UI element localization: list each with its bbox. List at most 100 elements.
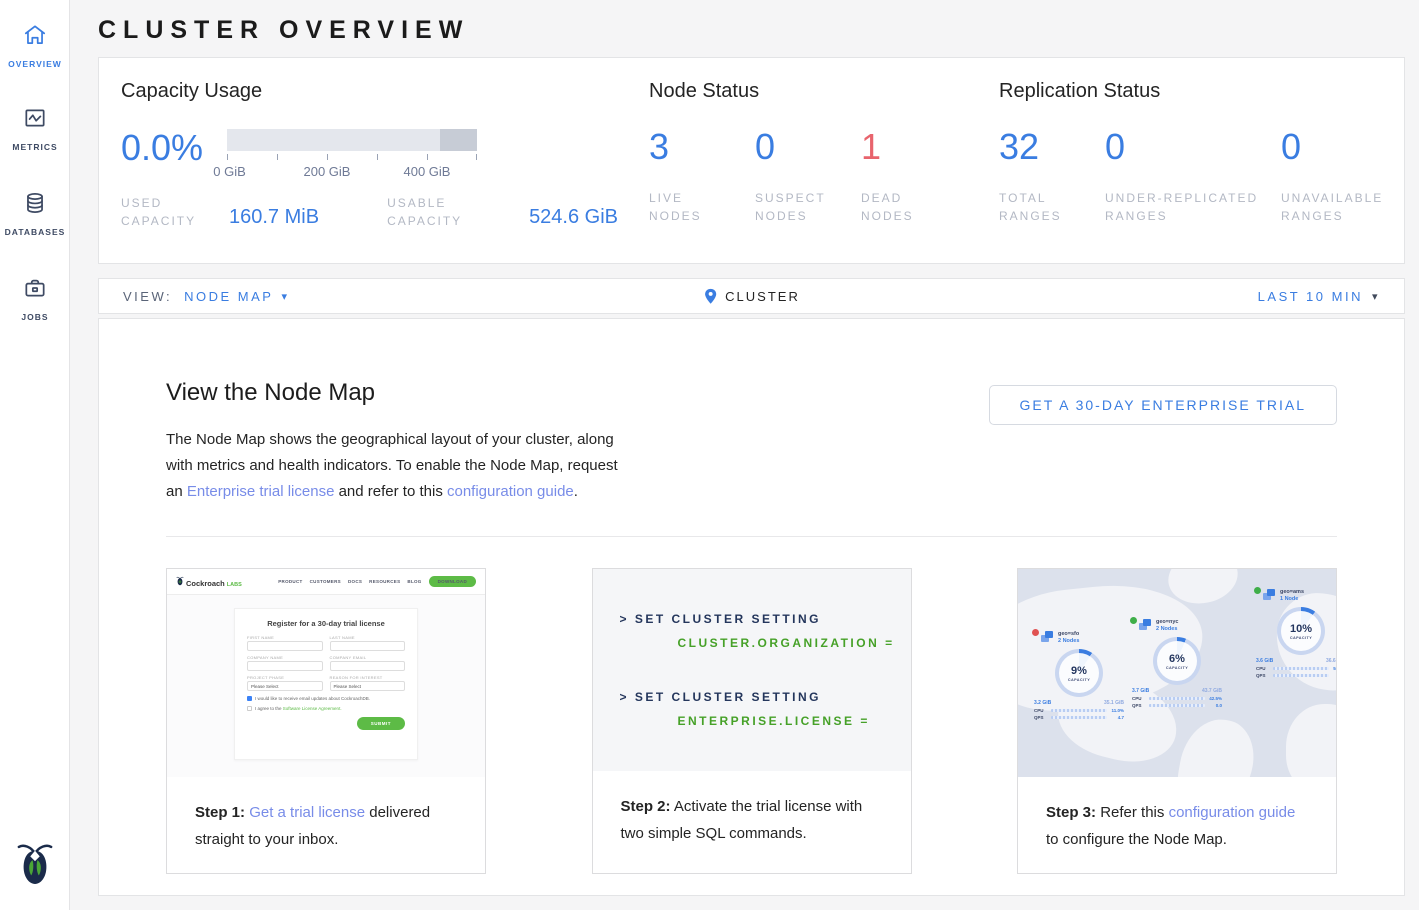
gauge-tick-label: 400 GiB [404, 164, 451, 179]
mini-field-select: Please Select [330, 681, 406, 691]
section-heading: View the Node Map [166, 379, 634, 407]
suspect-nodes-label: SUSPECT NODES [755, 189, 845, 225]
mini-field-input [330, 661, 406, 671]
mini-field-label: PROJECT PHASE [247, 675, 323, 680]
capacity-used: 3.6 GiB [1256, 658, 1273, 664]
qps-value: 4.7 [1110, 715, 1124, 720]
enterprise-trial-license-link[interactable]: Enterprise trial license [187, 483, 335, 500]
capacity-percent: 9% [1071, 665, 1087, 677]
cockroachdb-logo [0, 841, 70, 892]
get-enterprise-trial-button[interactable]: GET A 30-DAY ENTERPRISE TRIAL [989, 385, 1338, 425]
qps-label: QPS [1256, 673, 1270, 678]
capacity-percent: 6% [1169, 653, 1185, 665]
qps-label: QPS [1034, 715, 1048, 720]
capacity-gauge: 0 GiB 200 GiB 400 GiB [227, 129, 477, 180]
mini-checkbox-label: I agree to the Software License Agreemen… [255, 706, 342, 711]
map-land-africa [1286, 704, 1336, 777]
mini-field-label: REASON FOR INTEREST [330, 675, 406, 680]
home-icon [0, 22, 70, 53]
live-nodes-label: LIVE NODES [649, 189, 729, 225]
mini-nav-link: BLOG [407, 579, 421, 584]
qps-value: 0.0 [1208, 703, 1222, 708]
cpu-bar [1149, 697, 1205, 700]
used-capacity-value: 160.7 MiB [229, 206, 319, 230]
cpu-label: CPU [1132, 696, 1146, 701]
mini-registration-form: Register for a 30-day trial license FIRS… [234, 608, 418, 760]
qps-bar [1273, 674, 1329, 677]
mini-download-button: DOWNLOAD [429, 576, 476, 587]
capacity-gauge-ticks [227, 154, 477, 163]
dead-nodes-value: 1 [861, 127, 967, 167]
mini-field-label: FIRST NAME [247, 635, 323, 640]
capacity-ring: 9% CAPACITY [1055, 649, 1103, 697]
healthy-badge-icon [1130, 617, 1137, 624]
mini-nav-link: RESOURCES [369, 579, 400, 584]
time-range-selector[interactable]: LAST 10 MIN ▾ [1258, 289, 1380, 304]
sidebar-item-label: METRICS [0, 142, 70, 152]
dead-nodes-label: DEAD NODES [861, 189, 941, 225]
mini-site-logo: Cockroach LABS [176, 576, 242, 588]
step3-caption: Step 3: Refer this configuration guide t… [1018, 777, 1336, 873]
main-area: CLUSTER OVERVIEW Capacity Usage 0.0% 0 G… [70, 0, 1419, 910]
mini-submit-button: SUBMIT [357, 717, 405, 730]
database-icon [0, 190, 70, 221]
description-text: and refer to this [339, 483, 443, 500]
view-selector[interactable]: NODE MAP [184, 289, 273, 304]
qps-bar [1051, 716, 1107, 719]
locality-name: geo=nyc [1156, 619, 1178, 626]
step3-text: to configure the Node Map. [1046, 831, 1227, 848]
capacity-total: 43.7 GiB [1202, 688, 1222, 694]
capacity-label: CAPACITY [1068, 678, 1090, 682]
mini-brand-name: Cockroach [186, 579, 225, 588]
locality-name: geo=sfo [1058, 631, 1079, 638]
cluster-summary-panel: Capacity Usage 0.0% 0 GiB 200 GiB 400 Gi… [98, 57, 1405, 264]
mini-field-input [247, 641, 323, 651]
configuration-guide-link[interactable]: configuration guide [447, 483, 574, 500]
step3-card: geo=sfo 2 Nodes 9% CAPACITY 3.2 GiB [1017, 568, 1337, 874]
chevron-down-icon[interactable]: ▾ [281, 290, 289, 303]
time-range-value[interactable]: LAST 10 MIN [1258, 289, 1363, 304]
view-bar: VIEW: NODE MAP ▾ CLUSTER LAST 10 MIN ▾ [98, 278, 1405, 314]
mini-nav-link: CUSTOMERS [310, 579, 341, 584]
capacity-label: CAPACITY [1166, 666, 1188, 670]
sql-argument: CLUSTER.ORGANIZATION = [678, 635, 911, 651]
map-cluster-ams: geo=ams 1 Node 10% CAPACITY 3.6 GiB [1254, 589, 1336, 678]
unavailable-ranges-label: UNAVAILABLE RANGES [1281, 189, 1401, 225]
node-status-title: Node Status [649, 80, 989, 103]
sidebar-item-overview[interactable]: OVERVIEW [0, 22, 70, 69]
sidebar-item-databases[interactable]: DATABASES [0, 190, 70, 237]
capacity-used: 3.2 GiB [1034, 700, 1051, 706]
sidebar-item-jobs[interactable]: JOBS [0, 275, 70, 322]
under-replicated-ranges-stat: 0 UNDER-REPLICATED RANGES [1105, 127, 1281, 225]
sidebar-item-label: OVERVIEW [0, 59, 70, 69]
node-map-preview: geo=sfo 2 Nodes 9% CAPACITY 3.2 GiB [1018, 569, 1336, 777]
mini-field-input [247, 661, 323, 671]
nodes-icon [1139, 619, 1152, 631]
breadcrumb-cluster: CLUSTER [703, 288, 800, 305]
sidebar-item-metrics[interactable]: METRICS [0, 105, 70, 152]
cpu-bar [1051, 709, 1107, 712]
capacity-percent: 10% [1290, 623, 1312, 635]
mini-field-label: COMPANY EMAIL [330, 655, 406, 660]
total-ranges-value: 32 [999, 127, 1105, 167]
sql-command: > SET CLUSTER SETTING [620, 611, 911, 627]
metrics-icon [0, 105, 70, 136]
unavailable-ranges-stat: 0 UNAVAILABLE RANGES [1281, 127, 1401, 225]
capacity-gauge-reserved-segment [440, 129, 478, 151]
mini-field-input [330, 641, 406, 651]
configuration-guide-link[interactable]: configuration guide [1169, 804, 1296, 821]
get-trial-license-link[interactable]: Get a trial license [249, 804, 365, 821]
mini-checkbox-checked [247, 696, 252, 701]
page-title: CLUSTER OVERVIEW [98, 16, 1405, 45]
replication-status-section: Replication Status 32 TOTAL RANGES 0 UND… [999, 80, 1419, 225]
qps-value: 4.4 [1332, 673, 1336, 678]
capacity-total: 36.6 GiB [1326, 658, 1336, 664]
divider [166, 536, 1337, 537]
live-nodes-value: 3 [649, 127, 755, 167]
cluster-scope-label: CLUSTER [725, 289, 800, 304]
node-map-panel: View the Node Map The Node Map shows the… [98, 318, 1405, 896]
chevron-down-icon[interactable]: ▾ [1372, 290, 1380, 303]
locality-name: geo=ams [1280, 589, 1304, 596]
briefcase-icon [0, 275, 70, 306]
step3-text: Refer this [1100, 804, 1164, 821]
